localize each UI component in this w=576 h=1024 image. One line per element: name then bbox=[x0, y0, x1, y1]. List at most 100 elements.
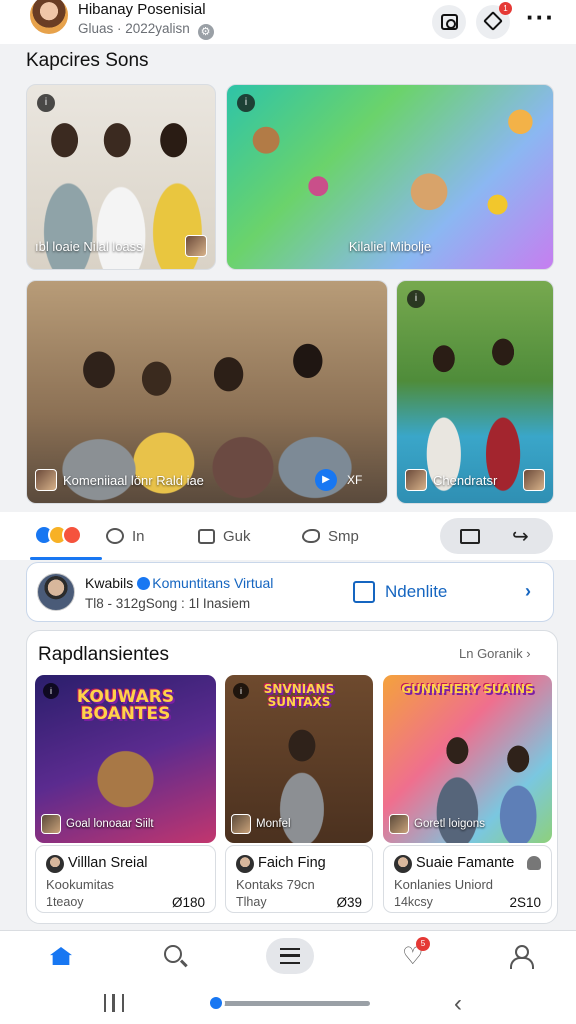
back-icon[interactable]: ‹ bbox=[454, 990, 462, 1018]
poster-caption-text: Goal lonoaar Siilt bbox=[66, 818, 154, 830]
reactions[interactable] bbox=[34, 525, 84, 547]
comment-icon bbox=[106, 528, 124, 544]
media-tile-pool[interactable]: i Chendratsr bbox=[396, 280, 554, 504]
info-icon: i bbox=[37, 94, 55, 112]
community-meta: Tl8 - 312gSong : 1l Inasiem bbox=[85, 596, 251, 611]
profile-avatar[interactable] bbox=[28, 0, 70, 36]
poster-caption-text: Monfel bbox=[256, 818, 291, 830]
home-indicator-dot bbox=[207, 994, 225, 1012]
tile-caption-text: ıbl loaie Nilal loass bbox=[35, 238, 143, 254]
creator-name[interactable]: Faich Fing bbox=[258, 855, 326, 871]
nav-search[interactable] bbox=[158, 941, 194, 973]
community-tag[interactable]: Komuntitans Virtual bbox=[152, 575, 273, 591]
poster-title: SNVNIANS SUNTAXS bbox=[263, 682, 335, 709]
tile-caption: Chendratsr bbox=[405, 467, 545, 493]
rec-card[interactable]: GUNNFIERY SUAINS Goretl loigons Suaie Fa… bbox=[383, 675, 552, 913]
app-header: Hibanay Posenisial Gluas · 2022yalisn ⚙ … bbox=[0, 0, 576, 44]
verified-icon bbox=[137, 577, 151, 590]
post-time: Tlhay bbox=[236, 895, 267, 909]
creator-sub: Kookumitas bbox=[46, 877, 114, 892]
community-card[interactable]: Kwabils Komuntitans Virtual Tl8 - 312gSon… bbox=[26, 562, 554, 622]
section-title: Kapcires Sons bbox=[26, 50, 149, 71]
notification-badge: 1 bbox=[499, 2, 512, 15]
send-icon bbox=[302, 529, 320, 543]
calendar-icon[interactable] bbox=[460, 529, 480, 544]
bookmark-icon bbox=[353, 581, 375, 603]
bottom-nav: ♡ 5 bbox=[0, 930, 576, 982]
profile-subtitle: Gluas · 2022yalisn ⚙ bbox=[78, 21, 214, 40]
recents-icon[interactable] bbox=[104, 994, 124, 1012]
creator-name[interactable]: Villlan Sreial bbox=[68, 855, 148, 871]
chevron-right-icon[interactable]: › bbox=[525, 581, 531, 602]
see-more-label: Ln Goranik bbox=[459, 646, 523, 661]
love-reaction-icon bbox=[62, 525, 82, 545]
see-more-link[interactable]: Ln Goranik › bbox=[459, 646, 531, 661]
save-icon bbox=[198, 528, 215, 544]
poster-caption: Goal lonoaar Siilt bbox=[41, 812, 210, 836]
info-icon: i bbox=[237, 94, 255, 112]
tile-caption-text: Chendratsr bbox=[433, 472, 498, 488]
share-icon[interactable]: ↪ bbox=[512, 524, 529, 549]
community-name-text: Kwabils bbox=[85, 575, 134, 591]
nav-home[interactable] bbox=[44, 941, 80, 973]
notifications-button[interactable]: 1 bbox=[476, 2, 512, 39]
play-button[interactable]: ▶ bbox=[315, 469, 337, 491]
active-tab-indicator bbox=[30, 557, 102, 560]
creator-name[interactable]: Suaie Famante bbox=[416, 855, 514, 871]
rec-card[interactable]: i SNVNIANS SUNTAXS Monfel Faich Fing Kon… bbox=[225, 675, 373, 913]
comment-label: In bbox=[132, 527, 145, 545]
tile-caption-text: Komeniiaal lönr Rald iae bbox=[63, 472, 204, 488]
media-tile-room[interactable]: Komeniiaal lönr Rald iae ▶ XF bbox=[26, 280, 388, 504]
media-tile-family[interactable]: i ıbl loaie Nilal loass bbox=[26, 84, 216, 270]
send-button[interactable]: Smp bbox=[302, 525, 359, 547]
rec-info: Suaie Famante Konlanies Uniord 14kcsy 2S… bbox=[383, 845, 552, 913]
tile-thumbnail bbox=[405, 469, 427, 491]
creator-sub: Konlanies Uniord bbox=[394, 877, 494, 892]
comment-button[interactable]: In bbox=[106, 525, 145, 547]
send-label: Smp bbox=[328, 527, 359, 545]
post-time: 1teaoy bbox=[46, 895, 84, 909]
rec-info: Faich Fing Kontaks 79cn Tlhay Ø39 bbox=[225, 845, 373, 913]
poster-caption-text: Goretl loigons bbox=[414, 818, 485, 830]
tag-icon bbox=[483, 11, 503, 31]
search-icon bbox=[164, 945, 182, 963]
rec-card[interactable]: i KOUWARS BOANTES Goal lonoaar Siilt Vil… bbox=[35, 675, 216, 913]
creator-avatar bbox=[46, 855, 64, 873]
poster-thumbnail bbox=[41, 814, 61, 834]
rec-poster[interactable]: i KOUWARS BOANTES Goal lonoaar Siilt bbox=[35, 675, 216, 843]
tile-thumbnail bbox=[523, 469, 545, 491]
save-button[interactable]: Guk bbox=[198, 525, 251, 547]
profile-name[interactable]: Hibanay Posenisial bbox=[78, 1, 206, 18]
media-tile-toys[interactable]: i Kilaliel Mibolje bbox=[226, 84, 554, 270]
home-gesture-bar[interactable] bbox=[210, 1001, 370, 1006]
save-label: Guk bbox=[223, 527, 251, 545]
community-avatar bbox=[37, 573, 75, 611]
poster-caption: Goretl loigons bbox=[389, 812, 546, 836]
nav-notifications[interactable]: ♡ 5 bbox=[396, 937, 432, 973]
settings-icon[interactable]: ⚙ bbox=[197, 24, 214, 40]
rec-info: Villlan Sreial Kookumitas 1teaoy Ø180 bbox=[35, 845, 216, 913]
view-count: Ø180 bbox=[171, 895, 205, 910]
community-name: Kwabils Komuntitans Virtual bbox=[85, 575, 273, 591]
user-icon bbox=[510, 945, 534, 969]
poster-caption: Monfel bbox=[231, 812, 367, 836]
nav-profile[interactable] bbox=[502, 941, 538, 973]
rec-poster[interactable]: i SNVNIANS SUNTAXS Monfel bbox=[225, 675, 373, 843]
community-action-label: Ndenlite bbox=[385, 582, 448, 601]
profile-subtitle-text: Gluas · 2022yalisn bbox=[78, 21, 190, 36]
view-count: Ø39 bbox=[336, 895, 362, 910]
tile-caption: Kilaliel Mibolje bbox=[235, 233, 545, 259]
nav-menu[interactable] bbox=[266, 938, 314, 974]
camera-button[interactable] bbox=[432, 5, 466, 39]
recommendations-title: Rapdlansientes bbox=[38, 644, 169, 665]
rec-poster[interactable]: GUNNFIERY SUAINS Goretl loigons bbox=[383, 675, 552, 843]
community-action-button[interactable]: Ndenlite bbox=[353, 575, 447, 609]
poster-title: KOUWARS BOANTES bbox=[76, 687, 175, 724]
poster-thumbnail bbox=[389, 814, 409, 834]
more-options-icon[interactable]: ··· bbox=[526, 4, 556, 30]
creator-avatar bbox=[394, 855, 412, 873]
home-icon bbox=[50, 947, 72, 965]
person-icon bbox=[527, 856, 541, 870]
menu-icon bbox=[280, 948, 300, 964]
tile-caption: ıbl loaie Nilal loass bbox=[35, 233, 207, 259]
